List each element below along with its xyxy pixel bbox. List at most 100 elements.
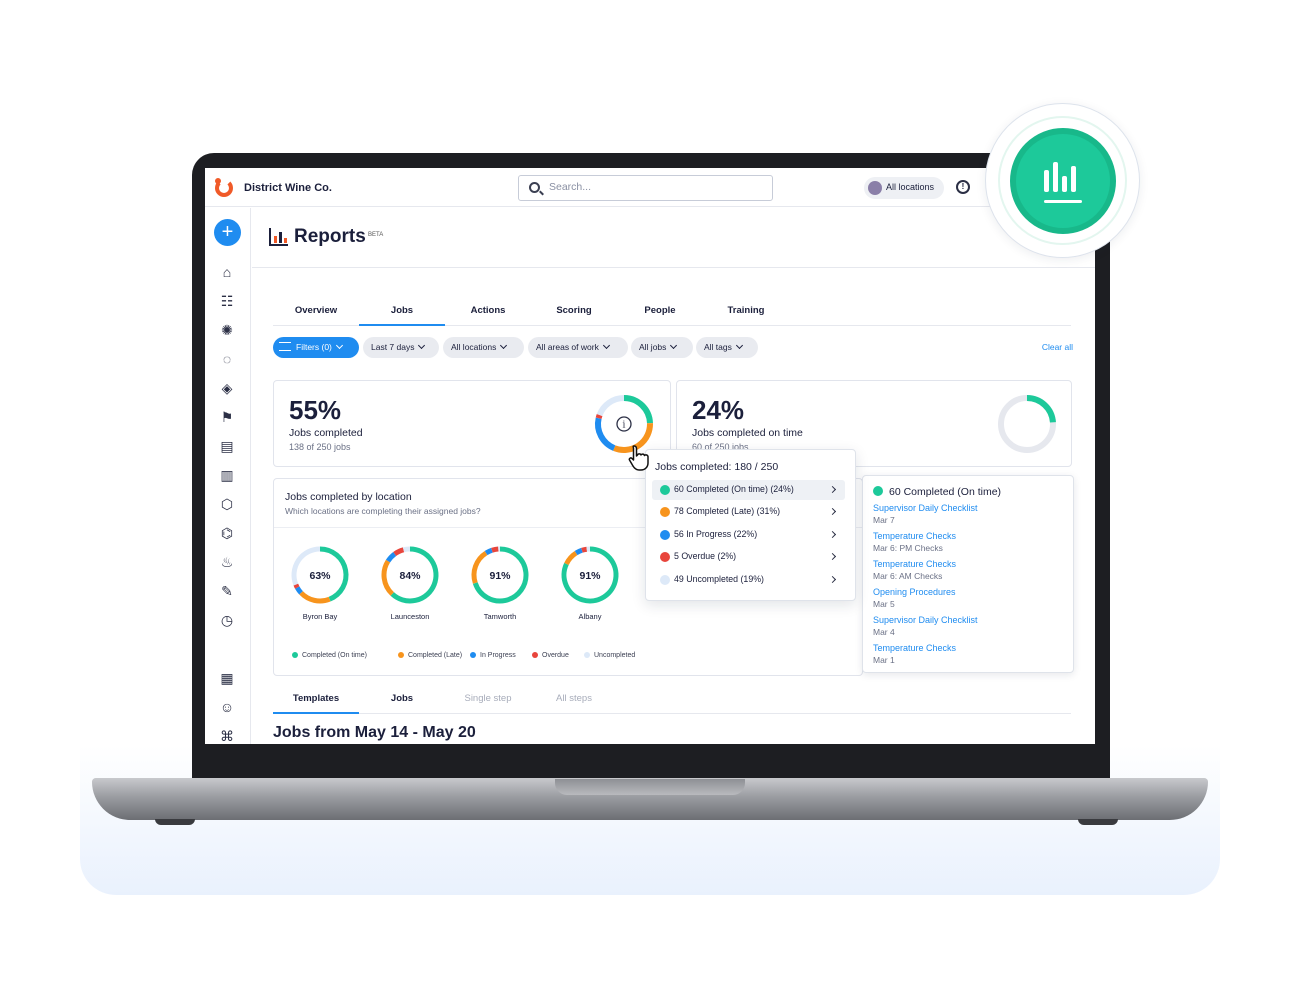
users-icon[interactable]: ☺ (219, 700, 235, 715)
chevron-down-icon (418, 341, 426, 350)
tab-overview[interactable]: Overview (273, 305, 359, 316)
donut-segment (484, 547, 493, 556)
job-date: Mar 6: PM Checks (873, 543, 943, 553)
package-icon[interactable]: ⬡ (219, 497, 235, 512)
chevron-right-icon (828, 485, 837, 494)
sensor-icon[interactable]: ⌬ (219, 526, 235, 541)
jobs-filter-label: All jobs (639, 342, 667, 352)
jobs-filter[interactable]: All jobs (631, 337, 693, 358)
tooltip-row[interactable]: 49 Uncompleted (19%) (652, 570, 845, 590)
laptop-foot (1078, 819, 1118, 825)
job-link[interactable]: Supervisor Daily Checklist (873, 615, 978, 625)
location-donut[interactable]: 91% (471, 546, 529, 604)
locations-filter-label: All locations (451, 342, 497, 352)
tab-templates[interactable]: Templates (273, 693, 359, 714)
help-icon[interactable]: ! (956, 180, 970, 194)
chat-icon[interactable]: ◌ (219, 352, 235, 367)
tags-filter[interactable]: All tags (696, 337, 758, 358)
courses-icon[interactable]: ◈ (219, 381, 235, 396)
tooltip-row-label: 49 Uncompleted (19%) (674, 574, 764, 584)
search-input[interactable] (549, 181, 749, 193)
hand-cursor-icon (628, 445, 649, 471)
jobs-completed-card[interactable]: 55% Jobs completed 138 of 250 jobs i (273, 380, 671, 467)
jobs-completed-label: Jobs completed (289, 427, 363, 439)
add-button[interactable]: + (214, 219, 241, 246)
flag-icon[interactable]: ⚑ (219, 410, 235, 425)
job-link[interactable]: Temperature Checks (873, 559, 956, 569)
job-link[interactable]: Supervisor Daily Checklist (873, 503, 978, 513)
tooltip-row-label: 5 Overdue (2%) (674, 551, 737, 561)
donut-segment (471, 550, 488, 584)
tab-training[interactable]: Training (703, 305, 789, 316)
donut-segment (293, 583, 300, 589)
sliders-icon (279, 342, 291, 351)
tooltip-row[interactable]: 5 Overdue (2%) (652, 547, 845, 567)
panel-heading-text: 60 Completed (On time) (889, 486, 1002, 498)
location-switcher[interactable]: All locations (864, 177, 944, 199)
location-percent: 91% (579, 570, 601, 582)
chevron-down-icon (500, 341, 508, 350)
location-percent: 84% (399, 570, 421, 582)
by-location-subtitle: Which locations are completing their ass… (285, 506, 481, 516)
graduation-icon[interactable]: ⌘ (219, 729, 235, 744)
location-name: Launceston (390, 612, 430, 621)
status-dot (660, 485, 670, 495)
areas-filter[interactable]: All areas of work (528, 337, 628, 358)
legend-item: Completed (Late) (398, 652, 462, 659)
badge-base-line (1044, 200, 1082, 203)
company-name: District Wine Co. (244, 182, 332, 194)
badge-bar (1044, 170, 1049, 192)
donut-segment (1026, 395, 1056, 423)
badge-ring (998, 116, 1127, 245)
jobs-completed-percent: 55% (289, 395, 342, 425)
location-donuts: 63% 84% 91% 91% (291, 546, 619, 604)
notes-icon[interactable]: ✎ (219, 584, 235, 599)
legend-item: Uncompleted (584, 652, 635, 659)
tooltip-row[interactable]: 56 In Progress (22%) (652, 525, 845, 545)
location-donut[interactable]: 63% (291, 546, 349, 604)
job-link[interactable]: Opening Procedures (873, 587, 956, 597)
location-donut[interactable]: 84% (381, 546, 439, 604)
documents-icon[interactable]: ▤ (219, 439, 235, 454)
filters-button[interactable]: Filters (0) (273, 337, 359, 358)
donut-segment (595, 414, 603, 419)
tab-single-step[interactable]: Single step (445, 693, 531, 704)
donut-segment (595, 417, 616, 451)
tab-jobs-list[interactable]: Jobs (359, 693, 445, 704)
date-range-filter[interactable]: Last 7 days (363, 337, 439, 358)
tab-actions[interactable]: Actions (445, 305, 531, 316)
lightbulb-icon[interactable]: ✺ (219, 323, 235, 338)
clear-all-link[interactable]: Clear all (1042, 342, 1073, 352)
home-icon[interactable]: ⌂ (219, 265, 235, 280)
tab-all-steps[interactable]: All steps (531, 693, 617, 704)
assets-icon[interactable]: ▥ (219, 468, 235, 483)
food-icon[interactable]: ♨ (219, 555, 235, 570)
page-title: Reports (294, 226, 366, 247)
tooltip-row[interactable]: 78 Completed (Late) (31%) (652, 502, 845, 522)
location-donut[interactable]: 91% (561, 546, 619, 604)
by-location-title: Jobs completed by location (285, 491, 412, 503)
company-logo-dot (215, 178, 221, 184)
location-name: Byron Bay (302, 612, 338, 621)
checklist-icon[interactable]: ☷ (219, 294, 235, 309)
calendar-icon[interactable]: ▦ (219, 671, 235, 686)
tab-scoring[interactable]: Scoring (531, 305, 617, 316)
chevron-right-icon (828, 507, 837, 516)
reports-badge (985, 103, 1140, 258)
legend-item: Overdue (532, 652, 569, 659)
timer-icon[interactable]: ◷ (219, 613, 235, 628)
legend-dot (470, 652, 476, 658)
job-link[interactable]: Temperature Checks (873, 643, 956, 653)
tooltip-row[interactable]: 60 Completed (On time) (24%) (652, 480, 845, 500)
job-date: Mar 4 (873, 627, 895, 637)
search-box[interactable] (518, 175, 773, 201)
on-time-donut[interactable] (995, 392, 1059, 456)
on-time-percent: 24% (692, 395, 745, 425)
tab-people[interactable]: People (617, 305, 703, 316)
locations-filter[interactable]: All locations (443, 337, 524, 358)
report-tabs: Overview Jobs Actions Scoring People Tra… (273, 293, 1071, 326)
sidebar: + ⌂ ☷ ✺ ◌ ◈ ⚑ ▤ ▥ ⬡ ⌬ ♨ ✎ ◷ ▦ ☺ ⌘ (205, 208, 251, 744)
donut-segment (393, 547, 405, 557)
job-link[interactable]: Temperature Checks (873, 531, 956, 541)
tab-jobs[interactable]: Jobs (359, 305, 445, 326)
